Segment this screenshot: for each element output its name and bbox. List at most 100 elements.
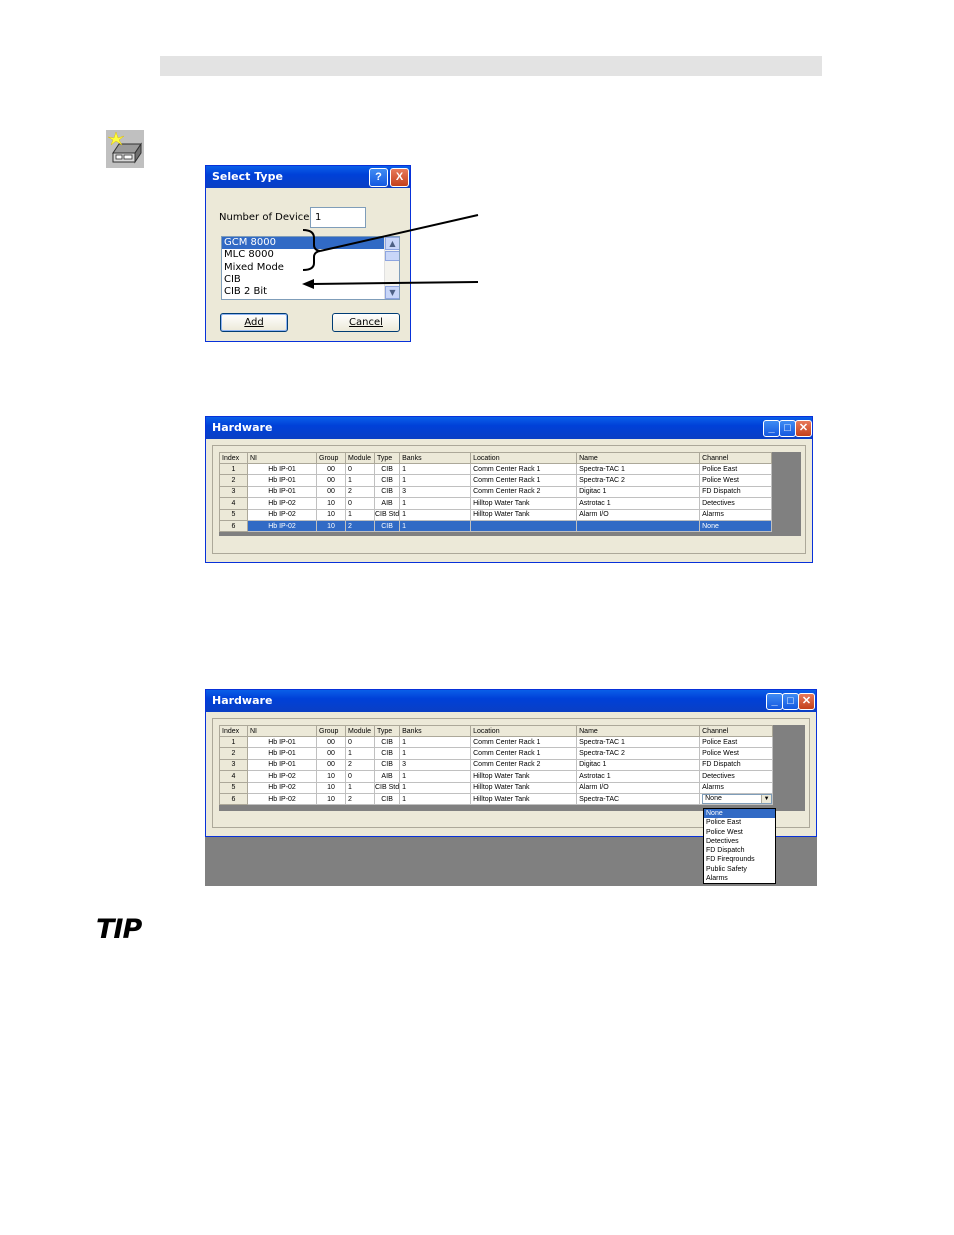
table-cell[interactable]: Hb IP-01 xyxy=(247,758,317,772)
table-row[interactable]: 5 Hb IP-02 10 1 CIB Std 1 Hilltop Water Tank Al… xyxy=(219,508,773,521)
table-cell[interactable]: Digitac 1 xyxy=(576,485,701,499)
table-cell[interactable]: None ▼ xyxy=(699,792,774,806)
table-cell[interactable]: Alarm I/O xyxy=(576,508,701,521)
table-cell[interactable]: Hb IP-02 xyxy=(247,792,317,806)
table-cell[interactable]: 00 xyxy=(316,474,346,487)
column-header[interactable]: Group xyxy=(316,725,346,737)
table-cell[interactable]: 3 xyxy=(219,758,248,772)
table-cell[interactable]: Hb IP-01 xyxy=(247,474,317,487)
table-cell[interactable]: CIB xyxy=(373,758,401,772)
table-cell[interactable]: Spectra-TAC 2 xyxy=(576,747,701,760)
table-row[interactable]: 6 Hb IP-02 10 2 CIB 1 None xyxy=(219,519,773,533)
table-cell[interactable]: 2 xyxy=(345,485,375,499)
table-cell[interactable]: 5 xyxy=(219,508,248,521)
table-cell[interactable] xyxy=(470,519,578,533)
table-cell[interactable]: Alarms xyxy=(699,781,774,794)
table-cell[interactable]: 10 xyxy=(316,497,346,510)
column-header[interactable]: Banks xyxy=(399,452,472,464)
table-cell[interactable]: Hb IP-02 xyxy=(247,508,317,521)
table-cell[interactable]: Spectra-TAC xyxy=(576,792,701,806)
table-cell[interactable]: Hb IP-02 xyxy=(247,497,317,510)
table-cell[interactable]: Spectra-TAC 2 xyxy=(576,474,701,487)
column-header[interactable]: Name xyxy=(576,725,701,737)
table-row[interactable]: 1 Hb IP-01 00 0 CIB 1 Comm Center Rack 1 Spectr… xyxy=(219,735,774,749)
channel-option[interactable]: Police West xyxy=(704,828,775,837)
table-cell[interactable]: Hb IP-01 xyxy=(247,485,317,499)
table-cell[interactable]: CIB xyxy=(373,747,401,760)
table-cell[interactable]: Hilltop Water Tank xyxy=(470,792,578,806)
column-header[interactable]: Channel xyxy=(699,452,773,464)
table-cell[interactable]: 5 xyxy=(219,781,248,794)
table-cell[interactable]: Astrotac 1 xyxy=(576,770,701,783)
column-header[interactable]: Module xyxy=(345,725,375,737)
maximize-icon[interactable]: □ xyxy=(782,693,799,710)
table-cell[interactable]: 2 xyxy=(219,474,248,487)
column-header[interactable]: NI xyxy=(247,452,317,464)
channel-dropdown-list[interactable]: None Police East Police West Detectives … xyxy=(703,808,776,884)
table-cell[interactable]: Police West xyxy=(699,474,773,487)
hardware-grid-2[interactable]: Index NI Group Module Type Banks Location Name C… xyxy=(219,725,774,806)
table-cell[interactable]: CIB xyxy=(373,462,401,476)
table-cell[interactable]: CIB xyxy=(373,519,401,533)
table-cell[interactable]: Hb IP-02 xyxy=(247,781,317,794)
table-cell[interactable]: 2 xyxy=(345,758,375,772)
table-cell[interactable]: Spectra-TAC 1 xyxy=(576,462,701,476)
table-cell[interactable]: 6 xyxy=(219,519,248,533)
column-header[interactable]: Group xyxy=(316,452,346,464)
table-cell[interactable]: 6 xyxy=(219,792,248,806)
table-cell[interactable]: Comm Center Rack 1 xyxy=(470,462,578,476)
table-cell[interactable]: FD Dispatch xyxy=(699,485,773,499)
table-cell[interactable]: CIB Std xyxy=(373,781,401,794)
channel-option[interactable]: Police East xyxy=(704,818,775,827)
table-cell[interactable]: 4 xyxy=(219,770,248,783)
table-cell[interactable]: 1 xyxy=(345,781,375,794)
table-cell[interactable]: 4 xyxy=(219,497,248,510)
minimize-icon[interactable]: _ xyxy=(763,420,780,437)
channel-combo[interactable]: None ▼ xyxy=(702,794,773,805)
minimize-icon[interactable]: _ xyxy=(766,693,783,710)
column-header[interactable]: Index xyxy=(219,452,248,464)
table-row[interactable]: 5 Hb IP-02 10 1 CIB Std 1 Hilltop Water Tank Al… xyxy=(219,781,774,794)
table-cell[interactable]: Comm Center Rack 2 xyxy=(470,485,578,499)
table-cell[interactable]: Detectives xyxy=(699,770,774,783)
close-icon[interactable]: ✕ xyxy=(798,693,815,710)
column-header[interactable]: Module xyxy=(345,452,375,464)
table-cell[interactable]: 10 xyxy=(316,770,346,783)
maximize-icon[interactable]: □ xyxy=(779,420,796,437)
table-cell[interactable]: 1 xyxy=(345,474,375,487)
table-row[interactable]: 1 Hb IP-01 00 0 CIB 1 Comm Center Rack 1 Spectr… xyxy=(219,462,773,476)
channel-option[interactable]: FD Fireqrounds xyxy=(704,855,775,864)
table-cell[interactable]: CIB xyxy=(373,792,401,806)
table-cell[interactable]: 10 xyxy=(316,781,346,794)
table-row[interactable]: 4 Hb IP-02 10 0 AIB 1 Hilltop Water Tank Astrot… xyxy=(219,497,773,510)
table-cell[interactable]: AIB xyxy=(373,497,401,510)
channel-option[interactable]: Detectives xyxy=(704,837,775,846)
column-header[interactable]: Name xyxy=(576,452,701,464)
column-header[interactable]: Index xyxy=(219,725,248,737)
table-cell[interactable]: 10 xyxy=(316,792,346,806)
table-cell[interactable]: 00 xyxy=(316,758,346,772)
table-row[interactable]: 6 Hb IP-02 10 2 CIB 1 Hilltop Water Tank Spectr… xyxy=(219,792,774,806)
table-cell[interactable]: 3 xyxy=(399,758,472,772)
table-cell[interactable]: 1 xyxy=(399,497,472,510)
table-cell[interactable]: Hb IP-01 xyxy=(247,747,317,760)
hardware-title-bar-1[interactable]: Hardware xyxy=(206,417,812,439)
table-cell[interactable]: Hb IP-01 xyxy=(247,735,317,749)
hardware-grid-1[interactable]: Index NI Group Module Type Banks Location Name C… xyxy=(219,452,773,533)
table-cell[interactable]: None xyxy=(699,519,773,533)
channel-option[interactable]: None xyxy=(704,809,775,819)
table-cell[interactable] xyxy=(576,519,701,533)
table-cell[interactable]: Digitac 1 xyxy=(576,758,701,772)
table-cell[interactable]: CIB xyxy=(373,485,401,499)
table-cell[interactable]: FD Dispatch xyxy=(699,758,774,772)
table-cell[interactable]: 1 xyxy=(345,508,375,521)
table-cell[interactable]: Astrotac 1 xyxy=(576,497,701,510)
table-cell[interactable]: 00 xyxy=(316,462,346,476)
table-cell[interactable]: 1 xyxy=(345,747,375,760)
table-cell[interactable]: 1 xyxy=(399,781,472,794)
table-cell[interactable]: 2 xyxy=(345,792,375,806)
table-cell[interactable]: Police West xyxy=(699,747,774,760)
table-cell[interactable]: 1 xyxy=(399,747,472,760)
table-cell[interactable]: Comm Center Rack 1 xyxy=(470,735,578,749)
table-cell[interactable]: 0 xyxy=(345,770,375,783)
